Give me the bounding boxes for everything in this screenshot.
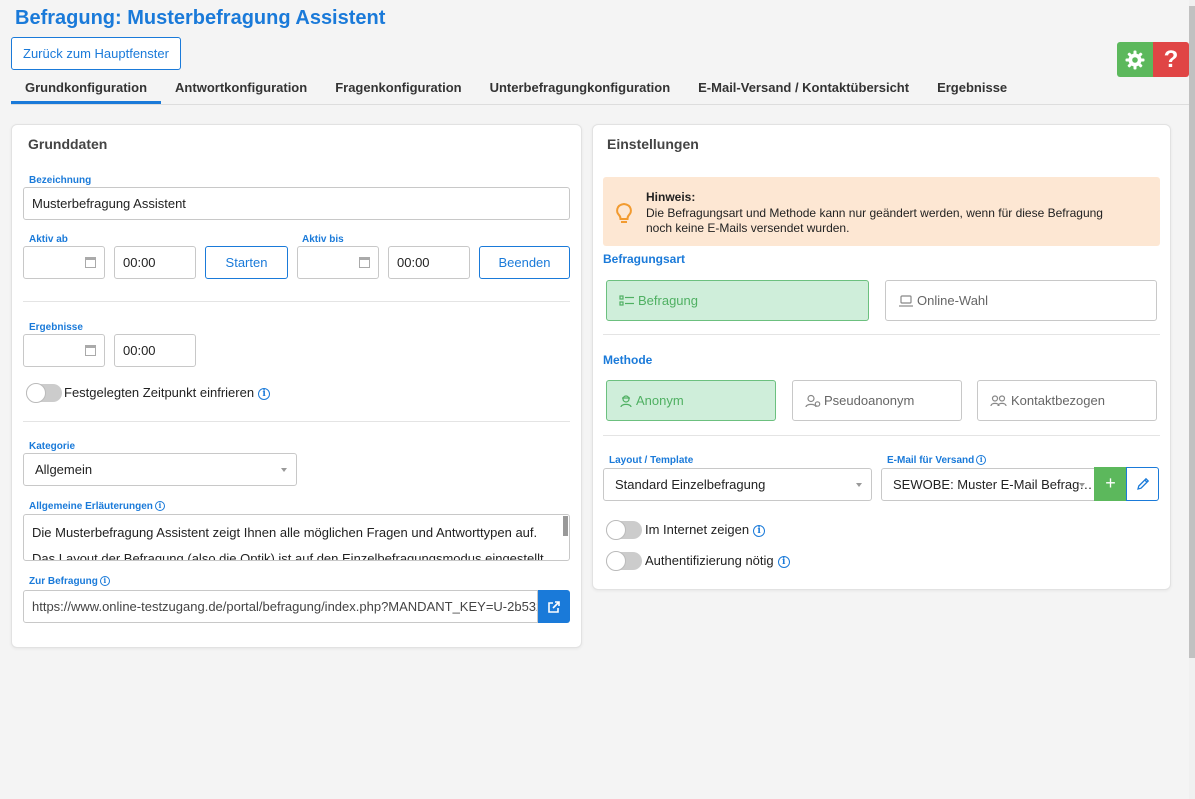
methode-option-pseudoanonym[interactable]: Pseudoanonym — [792, 380, 962, 421]
ergebnisse-time-input[interactable]: 00:00 — [114, 334, 196, 367]
methode-label: Methode — [603, 353, 653, 367]
aktiv-bis-time-input[interactable]: 00:00 — [388, 246, 470, 279]
user-secret-icon — [620, 394, 632, 407]
survey-icon — [619, 294, 634, 306]
email-select[interactable]: SEWOBE: Muster E-Mail Befrag… — [881, 468, 1095, 501]
calendar-icon — [85, 257, 96, 268]
internet-toggle-label: Im Internet zeigen i — [645, 522, 766, 537]
methode-option-anonym[interactable]: Anonym — [606, 380, 776, 421]
erlaeuterungen-textarea[interactable]: Die Musterbefragung Assistent zeigt Ihne… — [23, 514, 570, 561]
befragungsart-option-befragung[interactable]: Befragung — [606, 280, 869, 321]
freeze-toggle[interactable] — [26, 383, 62, 403]
divider — [603, 334, 1160, 335]
einstellungen-title: Einstellungen — [607, 136, 699, 152]
help-icon: ? — [1163, 45, 1179, 73]
edit-email-button[interactable] — [1126, 467, 1159, 501]
auth-toggle[interactable] — [606, 551, 642, 571]
zur-befragung-url-input[interactable]: https://www.online-testzugang.de/portal/… — [23, 590, 538, 623]
gear-icon — [1125, 50, 1145, 69]
tab-antwortkonfiguration[interactable]: Antwortkonfiguration — [161, 72, 321, 104]
email-label: E-Mail für Versand i — [887, 455, 987, 466]
freeze-toggle-label: Festgelegten Zeitpunkt einfrieren i — [64, 385, 271, 400]
divider — [23, 301, 570, 302]
tab-ergebnisse[interactable]: Ergebnisse — [923, 72, 1021, 104]
hinweis-notice: Hinweis: Die Befragungsart und Methode k… — [603, 177, 1160, 246]
tab-bar: Grundkonfiguration Antwortkonfiguration … — [11, 72, 1189, 105]
befragungsart-label: Befragungsart — [603, 252, 686, 266]
kategorie-label: Kategorie — [29, 441, 76, 452]
info-icon[interactable]: i — [753, 525, 766, 537]
chevron-down-icon — [281, 468, 287, 472]
hinweis-text: Die Befragungsart und Methode kann nur g… — [646, 206, 1103, 235]
aktiv-bis-label: Aktiv bis — [302, 234, 344, 245]
lightbulb-icon — [616, 202, 632, 223]
external-link-icon — [548, 600, 560, 613]
aktiv-bis-date-input[interactable] — [297, 246, 379, 279]
scrollbar-thumb[interactable] — [1189, 6, 1195, 658]
add-email-button[interactable]: + — [1094, 467, 1127, 501]
aktiv-ab-label: Aktiv ab — [29, 234, 68, 245]
user-mask-icon — [805, 394, 821, 407]
laptop-icon — [899, 294, 913, 307]
grunddaten-title: Grunddaten — [28, 136, 108, 152]
back-to-main-button[interactable]: Zurück zum Hauptfenster — [11, 37, 181, 70]
pencil-icon — [1136, 477, 1149, 490]
erlaeuterungen-label: Allgemeine Erläuterungen i — [29, 501, 165, 512]
starten-button[interactable]: Starten — [205, 246, 288, 279]
tab-fragenkonfiguration[interactable]: Fragenkonfiguration — [321, 72, 475, 104]
info-icon[interactable]: i — [99, 576, 110, 586]
calendar-icon — [85, 345, 96, 356]
kategorie-select[interactable]: Allgemein — [23, 453, 297, 486]
divider — [23, 421, 570, 422]
aktiv-ab-date-input[interactable] — [23, 246, 105, 279]
befragungsart-option-online-wahl[interactable]: Online-Wahl — [885, 280, 1157, 321]
plus-icon: + — [1105, 473, 1116, 493]
beenden-button[interactable]: Beenden — [479, 246, 570, 279]
grunddaten-card: Grunddaten Bezeichnung Musterbefragung A… — [11, 124, 582, 648]
bezeichnung-input[interactable]: Musterbefragung Assistent — [23, 187, 570, 220]
ergebnisse-label: Ergebnisse — [29, 322, 83, 333]
auth-toggle-label: Authentifizierung nötig i — [645, 553, 790, 568]
page-title: Befragung: Musterbefragung Assistent — [15, 7, 386, 29]
tab-email-versand[interactable]: E-Mail-Versand / Kontaktübersicht — [684, 72, 923, 104]
open-link-button[interactable] — [538, 590, 570, 623]
tab-grundkonfiguration[interactable]: Grundkonfiguration — [11, 72, 162, 104]
layout-label: Layout / Template — [609, 455, 694, 466]
layout-select[interactable]: Standard Einzelbefragung — [603, 468, 872, 501]
info-icon[interactable]: i — [976, 455, 987, 465]
bezeichnung-label: Bezeichnung — [29, 175, 92, 186]
hinweis-title: Hinweis: — [646, 190, 696, 204]
chevron-down-icon — [1079, 483, 1085, 487]
users-icon — [990, 394, 1007, 406]
methode-option-kontaktbezogen[interactable]: Kontaktbezogen — [977, 380, 1157, 421]
calendar-icon — [359, 257, 370, 268]
info-icon[interactable]: i — [154, 501, 165, 511]
zur-befragung-label: Zur Befragung i — [29, 576, 110, 587]
chevron-down-icon — [856, 483, 862, 487]
einstellungen-card: Einstellungen Hinweis: Die Befragungsart… — [592, 124, 1171, 590]
divider — [603, 435, 1160, 436]
aktiv-ab-time-input[interactable]: 00:00 — [114, 246, 196, 279]
ergebnisse-date-input[interactable] — [23, 334, 105, 367]
textarea-scrollbar[interactable] — [563, 516, 568, 536]
info-icon[interactable]: i — [777, 556, 790, 568]
internet-toggle[interactable] — [606, 520, 642, 540]
page-scrollbar[interactable] — [1189, 0, 1195, 799]
info-icon[interactable]: i — [258, 388, 271, 400]
tab-unterbefragungkonfiguration[interactable]: Unterbefragungkonfiguration — [476, 72, 685, 104]
